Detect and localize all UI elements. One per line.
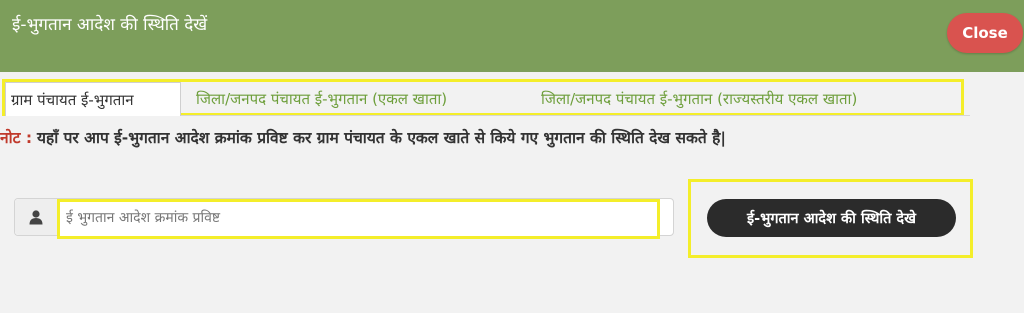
close-button[interactable]: Close — [947, 13, 1023, 53]
note-line: नोट : यहाँ पर आप ई-भुगतान आदेश क्रमांक प… — [0, 126, 726, 148]
user-icon — [15, 199, 58, 235]
note-text: यहाँ पर आप ई-भुगतान आदेश क्रमांक प्रविष्… — [36, 129, 726, 147]
payment-order-number-input[interactable] — [60, 202, 655, 234]
modal-header: ई-भुगतान आदेश की स्थिति देखें Close — [0, 0, 1024, 72]
tab-zila-janpad-ekal[interactable]: जिला/जनपद पंचायत ई-भुगतान (एकल खाता) — [196, 82, 447, 116]
tab-gram-panchayat[interactable]: ग्राम पंचायत ई-भुगतान — [5, 82, 181, 116]
tab-zila-janpad-rajyastariya[interactable]: जिला/जनपद पंचायत ई-भुगतान (राज्यस्तरीय ए… — [541, 82, 857, 116]
modal-title: ई-भुगतान आदेश की स्थिति देखें — [12, 15, 208, 35]
view-status-button[interactable]: ई-भुगतान आदेश की स्थिति देखे — [707, 199, 956, 237]
note-label: नोट : — [0, 129, 33, 147]
